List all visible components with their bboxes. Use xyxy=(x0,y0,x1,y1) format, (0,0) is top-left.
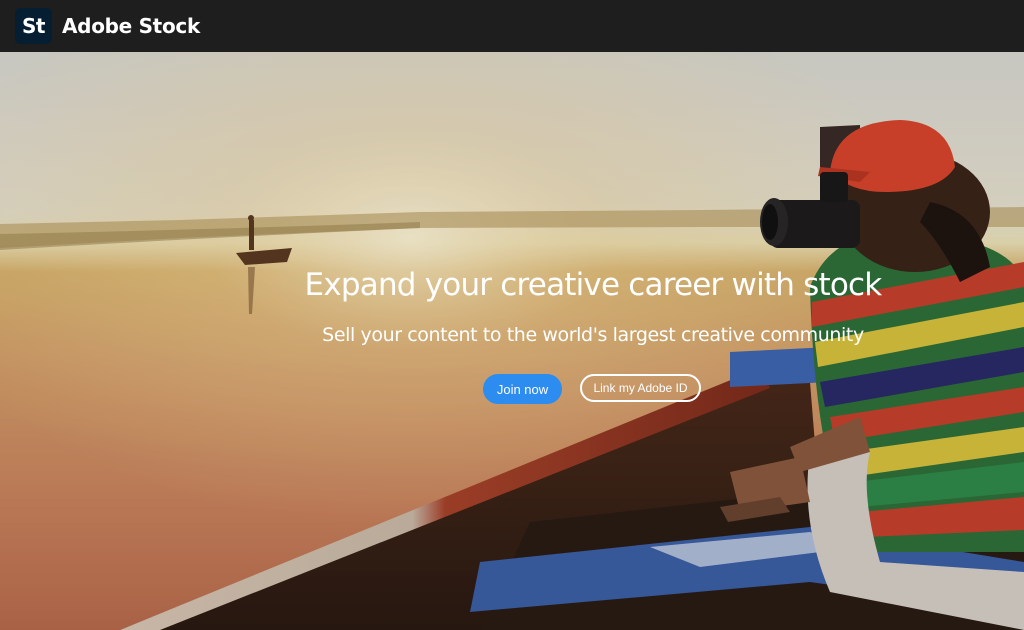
hero-subheadline: Sell your content to the world's largest… xyxy=(322,324,864,346)
link-adobe-id-button[interactable]: Link my Adobe ID xyxy=(580,374,701,402)
hero-banner: Expand your creative career with stock S… xyxy=(0,52,1024,630)
hero-headline: Expand your creative career with stock xyxy=(304,267,883,303)
top-navigation-bar: St Adobe Stock xyxy=(0,0,1024,52)
adobe-stock-logo-icon[interactable]: St xyxy=(15,8,52,44)
brand-name[interactable]: Adobe Stock xyxy=(62,14,200,38)
join-now-button[interactable]: Join now xyxy=(483,374,562,404)
hero-content: Expand your creative career with stock S… xyxy=(0,52,1024,630)
